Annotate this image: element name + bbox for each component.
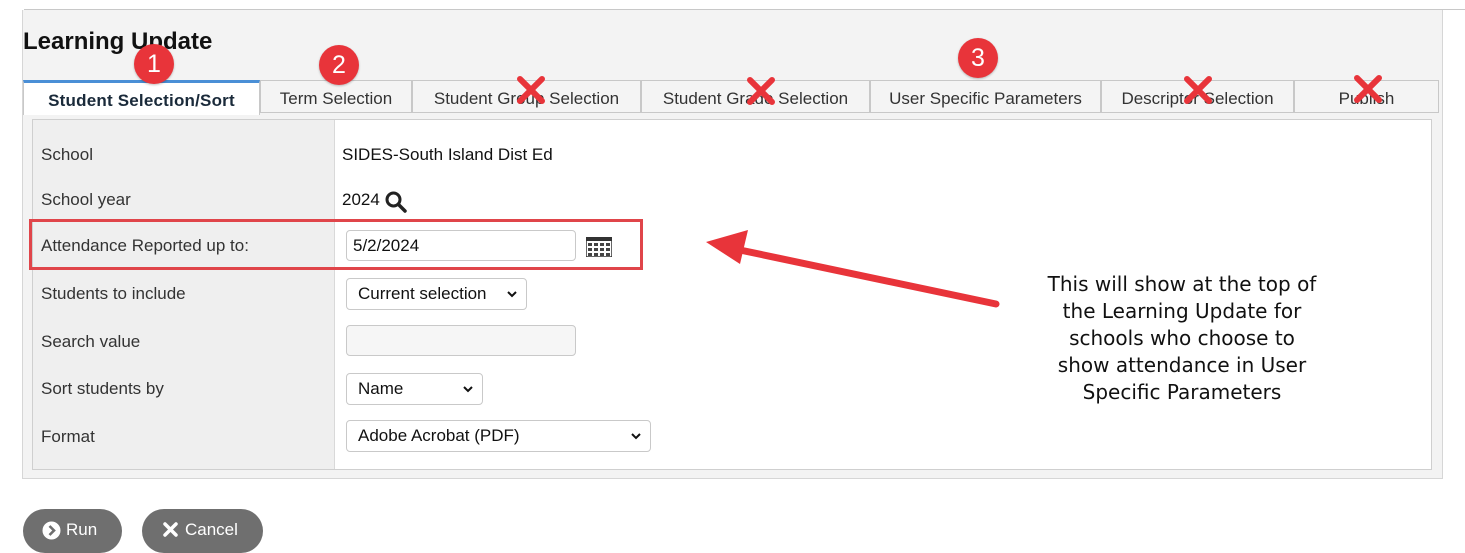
step-badge-3: 3 <box>958 38 998 78</box>
annotation-line: show attendance in User <box>1057 353 1307 377</box>
tab-user-specific-parameters[interactable]: User Specific Parameters <box>870 80 1101 113</box>
students-include-select[interactable]: Current selection <box>346 278 527 310</box>
red-x-icon <box>517 76 545 104</box>
annotation-line: This will show at the top of <box>1047 272 1317 296</box>
run-button[interactable]: Run <box>23 509 122 553</box>
chevron-down-icon <box>631 433 641 440</box>
format-value: Adobe Acrobat (PDF) <box>358 426 520 445</box>
sort-by-label: Sort students by <box>41 379 164 398</box>
tab-student-selection-sort[interactable]: Student Selection/Sort <box>23 80 260 115</box>
format-label: Format <box>41 427 95 446</box>
chevron-down-icon <box>507 291 517 298</box>
chevron-right-circle-icon <box>42 521 61 540</box>
format-select[interactable]: Adobe Acrobat (PDF) <box>346 420 651 452</box>
students-include-value: Current selection <box>358 284 487 303</box>
red-x-icon <box>747 77 775 105</box>
school-value: SIDES-South Island Dist Ed <box>342 145 553 164</box>
red-arrow-icon <box>706 230 1000 308</box>
school-year-label: School year <box>41 190 131 209</box>
run-label: Run <box>66 520 98 539</box>
sort-by-select[interactable]: Name <box>346 373 483 405</box>
cancel-button[interactable]: Cancel <box>142 509 263 553</box>
chevron-down-icon <box>463 386 473 393</box>
red-x-icon <box>1184 76 1212 104</box>
students-include-label: Students to include <box>41 284 186 303</box>
annotation-line: the Learning Update for <box>1062 299 1302 323</box>
search-value-label: Search value <box>41 332 141 351</box>
annotation-line: Specific Parameters <box>1082 380 1282 404</box>
annotation-line: schools who choose to <box>1069 326 1295 350</box>
sort-by-value: Name <box>358 379 404 398</box>
school-label: School <box>41 145 93 164</box>
annotation-note: This will show at the top of the Learnin… <box>1010 271 1354 406</box>
tab-term-selection[interactable]: Term Selection <box>260 80 412 113</box>
step-badge-1: 1 <box>134 44 174 84</box>
cancel-label: Cancel <box>185 520 238 539</box>
attendance-highlight-box <box>29 219 643 270</box>
search-value-input[interactable] <box>346 325 576 356</box>
step-badge-2: 2 <box>319 45 359 85</box>
school-year-value: 2024 <box>342 190 380 209</box>
close-icon <box>163 522 178 537</box>
red-x-icon <box>1354 75 1382 103</box>
magnifier-icon[interactable] <box>384 190 408 214</box>
page-title: Learning Update <box>23 28 213 55</box>
